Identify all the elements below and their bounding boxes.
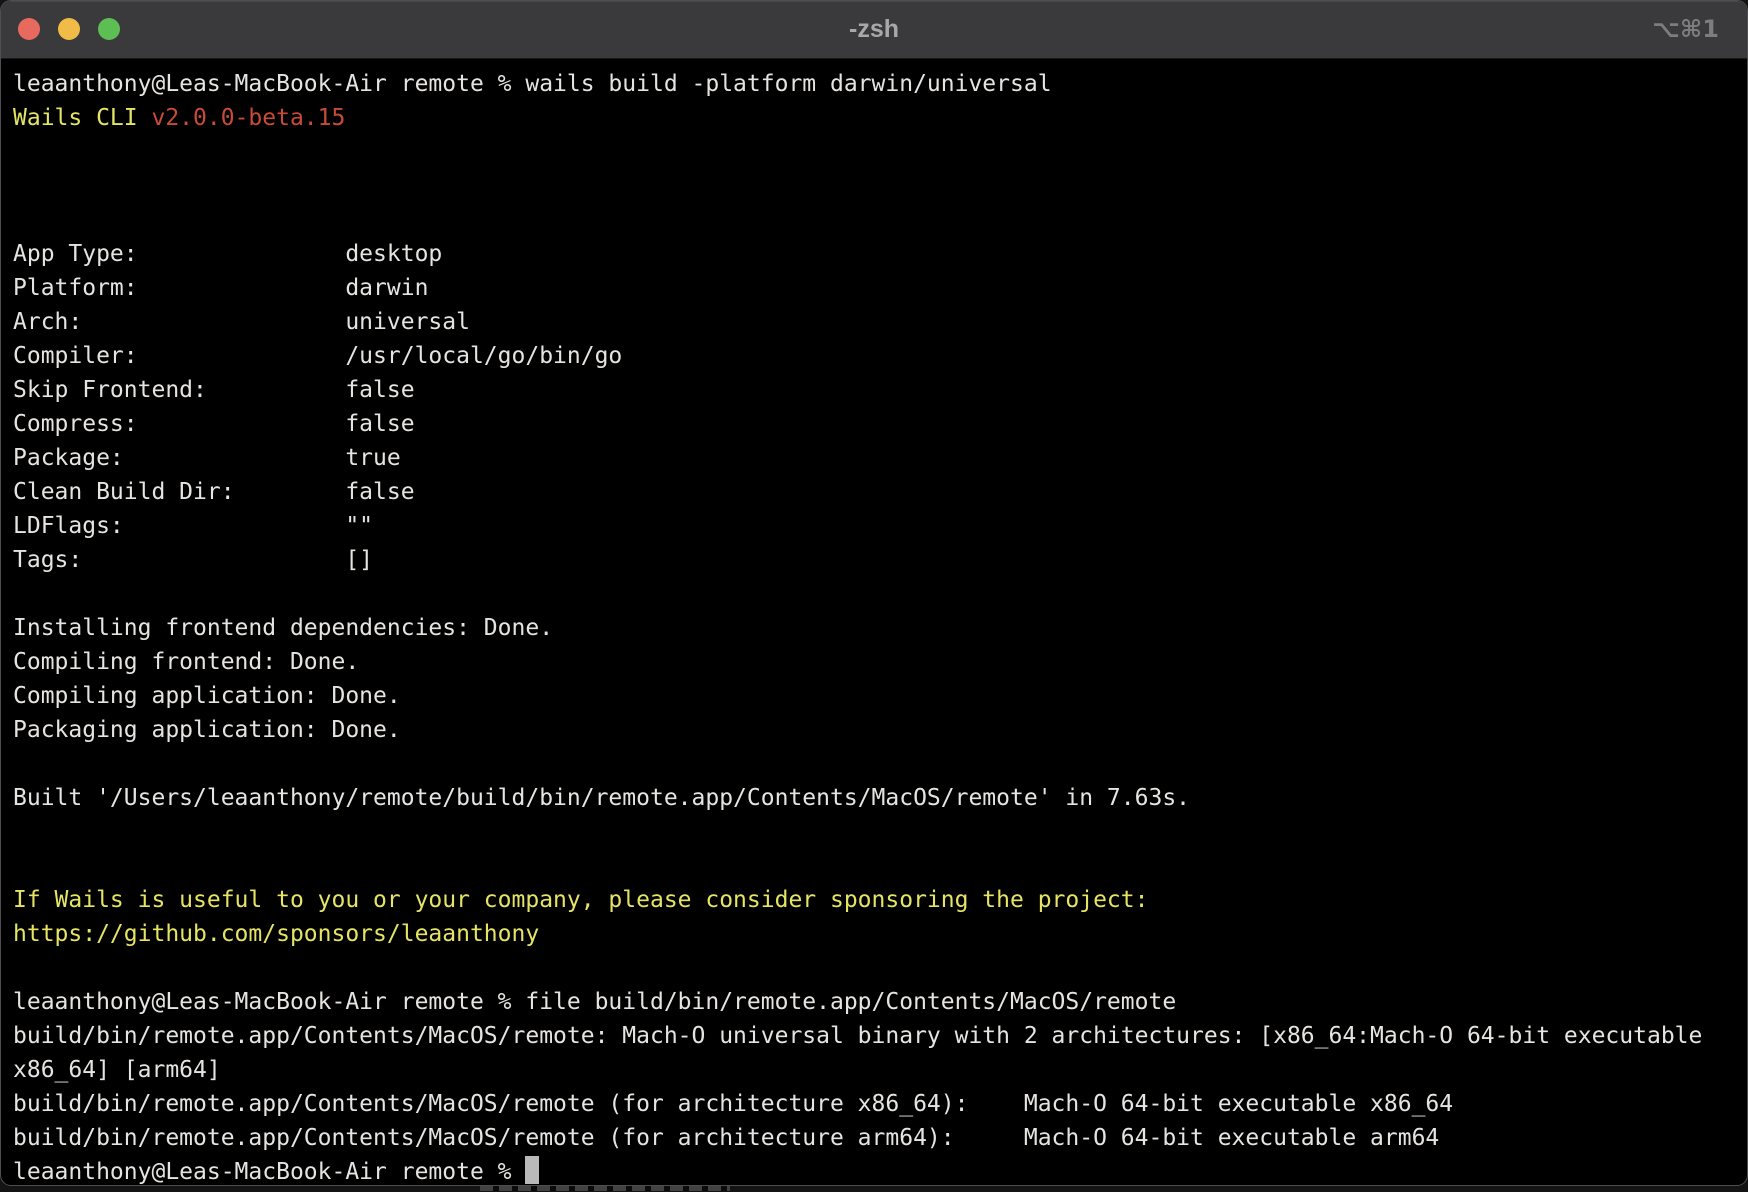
blank-line (13, 203, 1743, 237)
desktop-background: { "window": { "title": "-zsh", "shortcut… (0, 0, 1748, 1192)
terminal-text: App Type: desktop (13, 241, 442, 267)
window-shortcut-badge: ⌥⌘1 (1652, 1, 1719, 58)
terminal-text: Platform: darwin (13, 275, 428, 301)
config-clean-build-dir: Clean Build Dir: false (13, 475, 1743, 509)
status-compiling-application: Compiling application: Done. (13, 679, 1743, 713)
command-line-file: leaanthony@Leas-MacBook-Air remote % fil… (13, 985, 1743, 1019)
terminal-text: x86_64] [arm64] (13, 1057, 221, 1083)
blank-line (13, 951, 1743, 985)
terminal-text: Compiling application: Done. (13, 683, 401, 709)
terminal-text: leaanthony@Leas-MacBook-Air remote % wai… (13, 71, 1052, 97)
build-result-line: Built '/Users/leaanthony/remote/build/bi… (13, 781, 1743, 815)
terminal-text: Clean Build Dir: false (13, 479, 415, 505)
config-platform: Platform: darwin (13, 271, 1743, 305)
prompt-line: leaanthony@Leas-MacBook-Air remote % (13, 1155, 1743, 1186)
terminal-text: Compiling frontend: Done. (13, 649, 359, 675)
terminal-text: Skip Frontend: false (13, 377, 415, 403)
terminal-text: Wails CLI (13, 105, 151, 131)
window-titlebar[interactable]: -zsh ⌥⌘1 (1, 1, 1747, 59)
wails-version-line: Wails CLI v2.0.0-beta.15 (13, 101, 1743, 135)
terminal-text: leaanthony@Leas-MacBook-Air remote % (13, 1159, 525, 1185)
config-app-type: App Type: desktop (13, 237, 1743, 271)
terminal-text: If Wails is useful to you or your compan… (13, 887, 1148, 913)
config-package: Package: true (13, 441, 1743, 475)
sponsor-url[interactable]: https://github.com/sponsors/leaanthony (13, 921, 539, 947)
terminal-text: Compress: false (13, 411, 415, 437)
status-packaging-application: Packaging application: Done. (13, 713, 1743, 747)
config-compiler: Compiler: /usr/local/go/bin/go (13, 339, 1743, 373)
terminal-text: leaanthony@Leas-MacBook-Air remote % fil… (13, 989, 1176, 1015)
status-installing-deps: Installing frontend dependencies: Done. (13, 611, 1743, 645)
status-compiling-frontend: Compiling frontend: Done. (13, 645, 1743, 679)
file-output-arm64: build/bin/remote.app/Contents/MacOS/remo… (13, 1121, 1743, 1155)
terminal-text: v2.0.0-beta.15 (151, 105, 345, 131)
terminal-text: Package: true (13, 445, 401, 471)
sponsor-url-line: https://github.com/sponsors/leaanthony (13, 917, 1743, 951)
sponsor-message: If Wails is useful to you or your compan… (13, 883, 1743, 917)
config-arch: Arch: universal (13, 305, 1743, 339)
terminal-content[interactable]: leaanthony@Leas-MacBook-Air remote % wai… (1, 59, 1747, 1186)
terminal-text: Compiler: /usr/local/go/bin/go (13, 343, 622, 369)
blank-line (13, 577, 1743, 611)
window-title: -zsh (1, 1, 1747, 58)
config-compress: Compress: false (13, 407, 1743, 441)
file-output-x86: build/bin/remote.app/Contents/MacOS/remo… (13, 1087, 1743, 1121)
file-output-universal-wrap: x86_64] [arm64] (13, 1053, 1743, 1087)
config-skip-frontend: Skip Frontend: false (13, 373, 1743, 407)
blank-line (13, 169, 1743, 203)
terminal-text: Installing frontend dependencies: Done. (13, 615, 553, 641)
terminal-text: Tags: [] (13, 547, 373, 573)
config-tags: Tags: [] (13, 543, 1743, 577)
blank-line (13, 815, 1743, 849)
terminal-text: Built '/Users/leaanthony/remote/build/bi… (13, 785, 1190, 811)
occluded-window-sliver (480, 1186, 730, 1191)
blank-line (13, 747, 1743, 781)
terminal-text: Packaging application: Done. (13, 717, 401, 743)
terminal-text: Arch: universal (13, 309, 470, 335)
blank-line (13, 849, 1743, 883)
terminal-text: build/bin/remote.app/Contents/MacOS/remo… (13, 1091, 1453, 1117)
command-line-build: leaanthony@Leas-MacBook-Air remote % wai… (13, 67, 1743, 101)
file-output-universal: build/bin/remote.app/Contents/MacOS/remo… (13, 1019, 1743, 1053)
terminal-text: LDFlags: "" (13, 513, 373, 539)
terminal-text: build/bin/remote.app/Contents/MacOS/remo… (13, 1125, 1439, 1151)
terminal-text: build/bin/remote.app/Contents/MacOS/remo… (13, 1023, 1702, 1049)
blank-line (13, 135, 1743, 169)
config-ldflags: LDFlags: "" (13, 509, 1743, 543)
terminal-window: -zsh ⌥⌘1 leaanthony@Leas-MacBook-Air rem… (0, 0, 1748, 1186)
terminal-cursor (525, 1156, 539, 1184)
